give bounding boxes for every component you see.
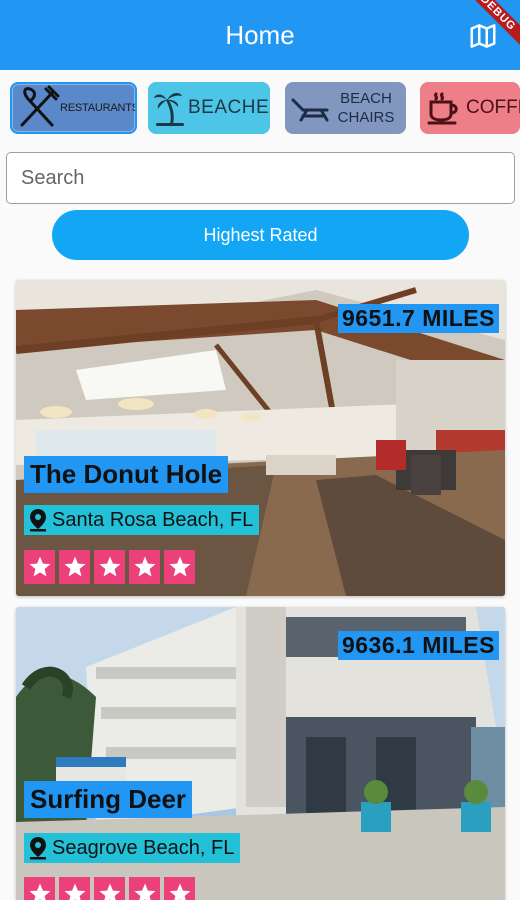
star-icon [24,877,55,900]
category-coffee[interactable]: COFFEE [420,82,520,134]
place-location: Santa Rosa Beach, FL [52,508,254,531]
category-label: COFFEE [466,97,520,118]
app-bar: Home DEBUG [0,0,520,70]
location-pin-icon [30,509,46,532]
location-badge: Seagrove Beach, FL [24,833,241,863]
beach-chair-icon [291,98,329,122]
page-title: Home [225,20,295,50]
category-label: RESTAURANTS [60,102,137,114]
category-bar: RESTAURANTS BEACHES BEACH CHAIRS [0,82,520,138]
star-icon [59,550,90,584]
rating-stars [24,877,195,900]
place-card[interactable]: 9651.7 MILES The Donut Hole Santa Rosa B… [16,280,505,596]
star-icon [94,550,125,584]
map-icon [470,24,496,48]
distance-label: 9636.1 MILES [337,631,499,660]
place-location: Seagrove Beach, FL [52,836,235,859]
star-icon [59,877,90,900]
star-icon [24,550,55,584]
star-icon [164,550,195,584]
category-label: BEACH CHAIRS [337,90,395,126]
category-label: BEACHES [188,97,270,118]
place-name: Surfing Deer [24,781,193,818]
place-name: The Donut Hole [24,456,229,493]
place-card[interactable]: 9636.1 MILES Surfing Deer Seagrove Beach… [16,607,505,900]
search-input[interactable] [7,153,514,203]
search-field[interactable] [6,152,515,204]
rating-stars [24,550,195,584]
category-beach-chairs[interactable]: BEACH CHAIRS [285,82,406,134]
star-icon [164,877,195,900]
star-icon [129,550,160,584]
coffee-cup-icon [427,92,458,125]
star-icon [94,877,125,900]
distance-label: 9651.7 MILES [337,304,499,333]
palm-tree-icon [154,93,184,126]
highest-rated-button[interactable]: Highest Rated [52,210,469,260]
star-icon [129,877,160,900]
location-badge: Santa Rosa Beach, FL [24,505,260,535]
category-restaurants[interactable]: RESTAURANTS [10,82,137,134]
utensils-icon [20,85,60,127]
location-pin-icon [30,837,46,860]
map-button[interactable] [468,21,498,51]
category-beaches[interactable]: BEACHES [148,82,270,134]
